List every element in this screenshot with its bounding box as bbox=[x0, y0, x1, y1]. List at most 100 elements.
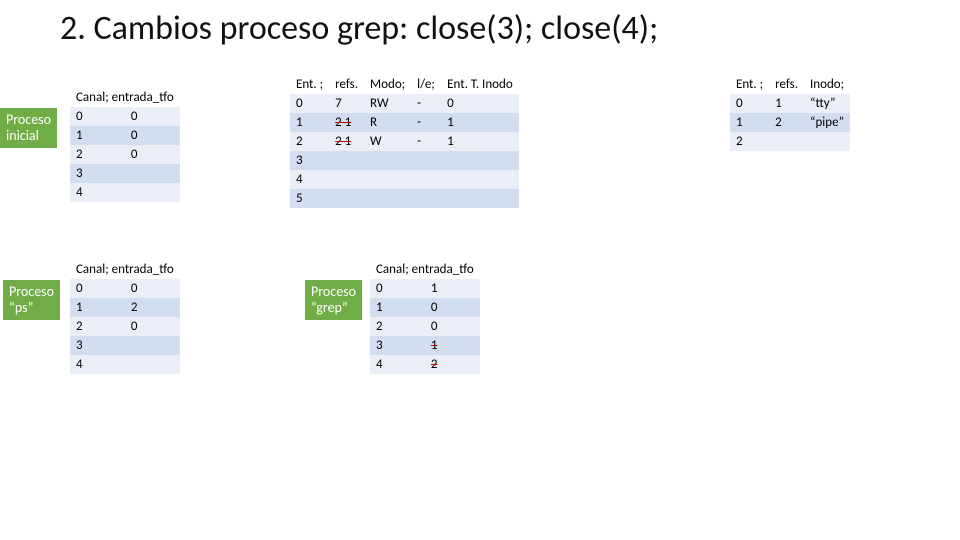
cell: 2 bbox=[370, 317, 425, 336]
th-canal: Canal; bbox=[376, 262, 409, 277]
cell: 0 bbox=[70, 107, 125, 126]
table-inodos: Ent. ; refs. Inodo; 01“tty” 12“pipe” 2 bbox=[730, 75, 850, 151]
cell: 1 bbox=[425, 336, 480, 355]
label-proceso-grep: Proceso“grep” bbox=[305, 280, 362, 320]
cell bbox=[769, 132, 804, 151]
th-ent: Ent. ; bbox=[730, 75, 769, 94]
table-row: 2 bbox=[730, 132, 850, 151]
cell: 0 bbox=[70, 279, 125, 298]
table-header-row: Canal; entrada_tfo bbox=[70, 260, 180, 279]
cell: 3 bbox=[370, 336, 425, 355]
cell: 2 1 bbox=[329, 132, 364, 151]
cell: 3 bbox=[70, 164, 125, 183]
cell: 4 bbox=[290, 170, 329, 189]
th-le: l/e; bbox=[411, 75, 441, 94]
table-row: 22 1W-1 bbox=[290, 132, 519, 151]
cell: 1 bbox=[70, 298, 125, 317]
cell: 2 bbox=[425, 355, 480, 374]
cell: 0 bbox=[730, 94, 769, 113]
th-modo: Modo; bbox=[364, 75, 411, 94]
label-proceso-inicial: Procesoinicial bbox=[0, 108, 57, 148]
cell: - bbox=[411, 113, 441, 132]
cell: 3 bbox=[70, 336, 125, 355]
cell: 0 bbox=[425, 317, 480, 336]
cell: 1 bbox=[425, 279, 480, 298]
table-row: 31 bbox=[370, 336, 480, 355]
cell bbox=[441, 170, 519, 189]
table-row: 12 1R-1 bbox=[290, 113, 519, 132]
th-inodo: Inodo; bbox=[804, 75, 850, 94]
th-canal: Canal; bbox=[76, 262, 109, 277]
cell: “tty” bbox=[804, 94, 850, 113]
cell: 2 1 bbox=[329, 113, 364, 132]
cell: “pipe” bbox=[804, 113, 850, 132]
cell: 0 bbox=[125, 126, 180, 145]
th-canal-entrada-tfo: Canal; entrada_tfo bbox=[370, 260, 480, 279]
cell: 2 bbox=[70, 317, 125, 336]
cell: 4 bbox=[370, 355, 425, 374]
cell bbox=[125, 355, 180, 374]
table-proceso-inicial: Canal; entrada_tfo 00 10 20 3 4 bbox=[70, 88, 180, 202]
cell bbox=[364, 170, 411, 189]
table-row: 01 bbox=[370, 279, 480, 298]
cell: 0 bbox=[125, 317, 180, 336]
label-proceso-ps-text: Proceso“ps” bbox=[9, 283, 54, 316]
cell bbox=[125, 336, 180, 355]
cell: 0 bbox=[370, 279, 425, 298]
cell bbox=[329, 151, 364, 170]
cell: 1 bbox=[441, 132, 519, 151]
th-canal-entrada-tfo: Canal; entrada_tfo bbox=[70, 88, 180, 107]
table-header-row: Canal; entrada_tfo bbox=[70, 88, 180, 107]
cell: 1 bbox=[441, 113, 519, 132]
cell: 0 bbox=[290, 94, 329, 113]
table-row: 12 bbox=[70, 298, 180, 317]
cell: R bbox=[364, 113, 411, 132]
table-row: 3 bbox=[70, 164, 180, 183]
table-row: 4 bbox=[70, 183, 180, 202]
cell: 0 bbox=[125, 107, 180, 126]
table-row: 10 bbox=[370, 298, 480, 317]
th-entrada-tfo: entrada_tfo bbox=[112, 262, 174, 277]
cell: RW bbox=[364, 94, 411, 113]
cell: 0 bbox=[441, 94, 519, 113]
th-entrada-tfo: entrada_tfo bbox=[412, 262, 474, 277]
cell bbox=[329, 170, 364, 189]
cell bbox=[411, 151, 441, 170]
cell: W bbox=[364, 132, 411, 151]
cell: 7 bbox=[329, 94, 364, 113]
table-proceso-grep: Canal; entrada_tfo 01 10 20 31 42 bbox=[370, 260, 480, 374]
table-proceso-ps: Canal; entrada_tfo 00 12 20 3 4 bbox=[70, 260, 180, 374]
cell: 0 bbox=[425, 298, 480, 317]
cell: 4 bbox=[70, 355, 125, 374]
table-tfo: Ent. ; refs. Modo; l/e; Ent. T. Inodo 07… bbox=[290, 75, 519, 208]
cell bbox=[441, 189, 519, 208]
table-row: 4 bbox=[290, 170, 519, 189]
cell: 1 bbox=[370, 298, 425, 317]
th-refs: refs. bbox=[769, 75, 804, 94]
cell: - bbox=[411, 132, 441, 151]
cell bbox=[364, 151, 411, 170]
cell bbox=[441, 151, 519, 170]
table-row: 3 bbox=[70, 336, 180, 355]
table-row: 42 bbox=[370, 355, 480, 374]
table-row: 10 bbox=[70, 126, 180, 145]
cell: 1 bbox=[70, 126, 125, 145]
table-header-row: Ent. ; refs. Modo; l/e; Ent. T. Inodo bbox=[290, 75, 519, 94]
table-row: 5 bbox=[290, 189, 519, 208]
cell bbox=[364, 189, 411, 208]
table-row: 00 bbox=[70, 279, 180, 298]
label-proceso-grep-text: Proceso“grep” bbox=[311, 283, 356, 316]
cell: 0 bbox=[125, 145, 180, 164]
cell bbox=[411, 170, 441, 189]
cell: 2 bbox=[70, 145, 125, 164]
cell: 2 bbox=[125, 298, 180, 317]
table-header-row: Ent. ; refs. Inodo; bbox=[730, 75, 850, 94]
table-row: 20 bbox=[70, 145, 180, 164]
cell: 3 bbox=[290, 151, 329, 170]
cell: - bbox=[411, 94, 441, 113]
cell bbox=[411, 189, 441, 208]
cell: 1 bbox=[730, 113, 769, 132]
cell bbox=[125, 183, 180, 202]
table-row: 4 bbox=[70, 355, 180, 374]
cell: 1 bbox=[769, 94, 804, 113]
